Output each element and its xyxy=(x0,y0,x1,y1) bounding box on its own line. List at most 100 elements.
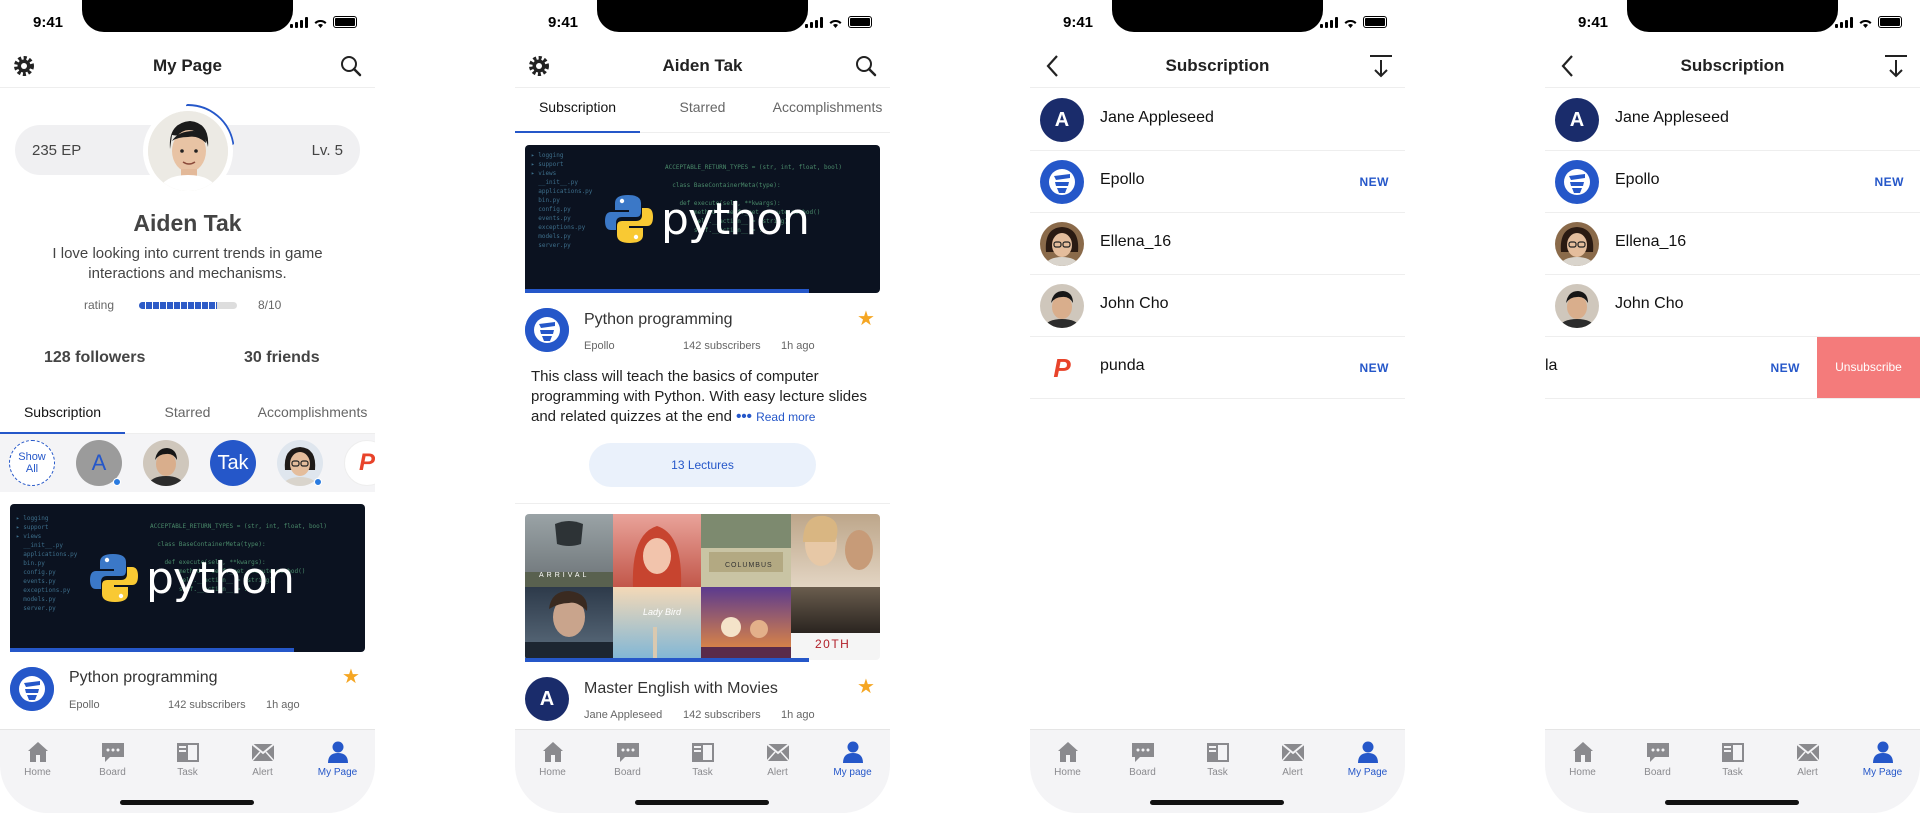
course-title[interactable]: Python programming xyxy=(69,669,218,687)
search-icon[interactable] xyxy=(852,52,880,80)
course-banner[interactable]: ▸ logging ▸ support ▸ views __init__.py … xyxy=(525,145,880,293)
poster-art xyxy=(701,514,791,572)
star-icon[interactable]: ★ xyxy=(342,664,360,689)
list-item[interactable]: John Cho xyxy=(1545,275,1920,337)
list-item[interactable]: John Cho xyxy=(1030,275,1405,337)
tab-home[interactable]: Home xyxy=(1030,730,1105,780)
tab-task[interactable]: Task xyxy=(1180,730,1255,780)
nav-bar: Aiden Tak xyxy=(515,44,890,88)
tab-board[interactable]: Board xyxy=(1105,730,1180,780)
poster-ladybird xyxy=(613,514,701,587)
movie-posters-banner[interactable]: ARRIVAL COLUMBUS Lady Bird 20TH xyxy=(525,514,880,660)
channel-avatar-jane[interactable]: A xyxy=(525,677,569,721)
tab-bar: Home Board Task Alert My Page xyxy=(0,729,375,813)
sort-down-icon[interactable] xyxy=(1367,52,1395,80)
status-icons xyxy=(1835,16,1902,28)
tab-my-page[interactable]: My Page xyxy=(1845,730,1920,780)
lectures-button[interactable]: 13 Lectures xyxy=(589,443,816,487)
task-book-icon xyxy=(176,743,199,762)
tab-home[interactable]: Home xyxy=(515,730,590,780)
tab-my-page[interactable]: My Page xyxy=(300,730,375,780)
star-icon[interactable]: ★ xyxy=(857,674,875,699)
tab-task[interactable]: Task xyxy=(150,730,225,780)
list-item[interactable]: Epollo NEW xyxy=(1545,151,1920,213)
page-title: Subscription xyxy=(1165,56,1270,75)
read-more-link[interactable]: Read more xyxy=(756,410,815,424)
tab-label: Board xyxy=(614,767,641,778)
tab-accomplishments[interactable]: Accomplishments xyxy=(250,394,375,433)
person-avatar-icon xyxy=(1555,284,1599,328)
wifi-icon xyxy=(829,19,842,28)
tab-my-page[interactable]: My page xyxy=(815,730,890,780)
wifi-icon xyxy=(314,19,327,28)
person-icon xyxy=(842,741,863,763)
course-banner[interactable]: ▸ logging ▸ support ▸ views __init__.py … xyxy=(10,504,365,652)
tab-board[interactable]: Board xyxy=(590,730,665,780)
channel-avatar-epollo[interactable] xyxy=(10,667,54,711)
tab-alert[interactable]: Alert xyxy=(740,730,815,780)
course-channel[interactable]: Epollo xyxy=(69,699,100,711)
tab-label: My page xyxy=(833,767,872,778)
avatar-punda[interactable]: P xyxy=(344,440,375,486)
list-item[interactable]: Ellena_16 xyxy=(1030,213,1405,275)
tab-task[interactable]: Task xyxy=(665,730,740,780)
tab-accomplishments[interactable]: Accomplishments xyxy=(765,89,890,132)
profile-avatar[interactable] xyxy=(143,106,233,196)
channel-avatar-epollo[interactable] xyxy=(525,308,569,352)
course-title[interactable]: Python programming xyxy=(584,311,733,329)
list-item[interactable]: P punda NEW xyxy=(1030,337,1405,399)
tab-starred[interactable]: Starred xyxy=(125,394,250,433)
home-indicator xyxy=(1665,800,1799,805)
star-icon[interactable]: ★ xyxy=(857,306,875,331)
unsubscribe-button[interactable]: Unsubscribe xyxy=(1817,337,1920,398)
tab-subscription[interactable]: Subscription xyxy=(0,394,125,434)
page-title: Subscription xyxy=(1680,56,1785,75)
poster-columbus: COLUMBUS xyxy=(701,514,791,587)
tab-task[interactable]: Task xyxy=(1695,730,1770,780)
avatar-tak[interactable]: Tak xyxy=(210,440,256,486)
python-logo-icon xyxy=(90,554,138,602)
status-bar: 9:41 xyxy=(0,0,375,44)
ellipsis-icon: ••• xyxy=(736,408,752,425)
tab-label: My Page xyxy=(317,767,358,778)
friends-count[interactable]: 30 friends xyxy=(244,349,320,367)
tab-alert[interactable]: Alert xyxy=(225,730,300,780)
tab-board[interactable]: Board xyxy=(1620,730,1695,780)
tab-alert[interactable]: Alert xyxy=(1770,730,1845,780)
tab-subscription[interactable]: Subscription xyxy=(515,89,640,133)
list-item[interactable]: A Jane Appleseed xyxy=(1030,89,1405,151)
tab-my-page[interactable]: My Page xyxy=(1330,730,1405,780)
show-all-button[interactable]: Show All xyxy=(9,440,55,486)
followers-count[interactable]: 128 followers xyxy=(44,349,145,367)
avatar-john[interactable] xyxy=(143,440,189,486)
course-title[interactable]: Master English with Movies xyxy=(584,680,778,698)
tab-label: Board xyxy=(99,767,126,778)
tab-starred[interactable]: Starred xyxy=(640,89,765,132)
tab-board[interactable]: Board xyxy=(75,730,150,780)
screen-subscription-list: 9:41 Subscription A Jane Appleseed Epoll… xyxy=(1030,0,1405,813)
tab-home[interactable]: Home xyxy=(1545,730,1620,780)
tab-alert[interactable]: Alert xyxy=(1255,730,1330,780)
poster-ladybird-lower: Lady Bird xyxy=(613,587,701,660)
list-item[interactable]: Epollo NEW xyxy=(1030,151,1405,213)
sort-down-icon[interactable] xyxy=(1882,52,1910,80)
tab-label: Home xyxy=(539,767,566,778)
course-channel[interactable]: Jane Appleseed xyxy=(584,709,662,721)
list-item[interactable]: A Jane Appleseed xyxy=(1545,89,1920,151)
status-time: 9:41 xyxy=(1578,14,1609,31)
show-all-label: Show All xyxy=(18,451,46,475)
status-icons xyxy=(805,16,872,28)
board-icon xyxy=(1646,743,1669,762)
list-item-name: Ellena_16 xyxy=(1615,233,1687,250)
status-bar: 9:41 xyxy=(1545,0,1920,44)
list-item-swiped[interactable]: la NEW Unsubscribe xyxy=(1545,337,1920,399)
search-icon[interactable] xyxy=(337,52,365,80)
tab-label: Task xyxy=(1722,767,1743,778)
list-item[interactable]: Ellena_16 xyxy=(1545,213,1920,275)
banner-text: python xyxy=(146,552,295,604)
course-channel[interactable]: Epollo xyxy=(584,340,615,352)
course-time: 1h ago xyxy=(781,340,815,352)
avatar xyxy=(148,111,228,191)
status-bar: 9:41 xyxy=(1030,0,1405,44)
tab-home[interactable]: Home xyxy=(0,730,75,780)
